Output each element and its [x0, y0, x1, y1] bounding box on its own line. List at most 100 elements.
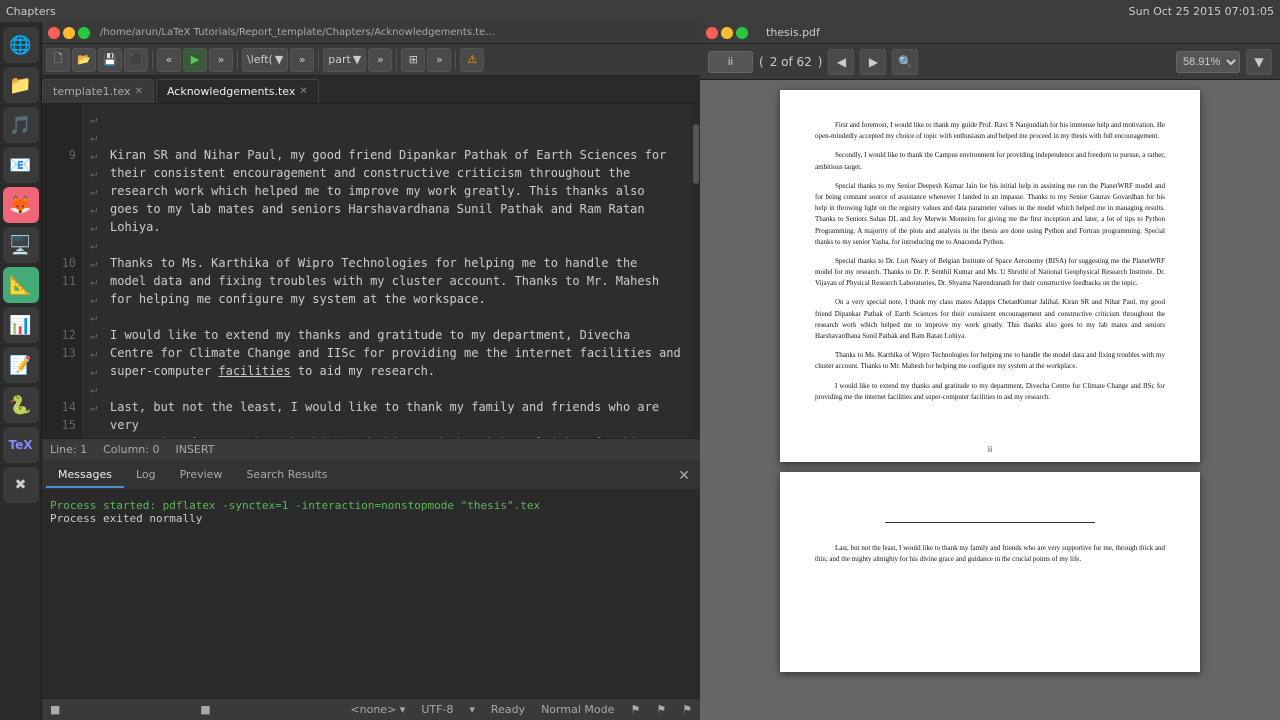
pdf-toolbar: ( 2 of 62 ) ◀ ▶ 🔍 58.91% 100% 75% 50% ▼	[700, 44, 1280, 80]
dock-icon-writer[interactable]: 📝	[3, 347, 39, 383]
dock-icon-python[interactable]: 🐍	[3, 387, 39, 423]
dock-icon-browser[interactable]: 🌐	[3, 27, 39, 63]
app-name: Chapters	[6, 5, 56, 18]
code-line: ↵Last, but not the least, I would like t…	[90, 398, 684, 434]
pdf-para-4: Special thanks to Dr. Lori Neary of Belg…	[815, 256, 1165, 290]
tab-acknowledgements[interactable]: Acknowledgements.tex ✕	[156, 79, 319, 103]
pdf-title: thesis.pdf	[766, 26, 820, 39]
pdf-window-buttons	[706, 27, 748, 39]
dock-icon-calc[interactable]: 📊	[3, 307, 39, 343]
icon-3: ⚑	[682, 703, 692, 716]
tab-messages[interactable]: Messages	[46, 464, 124, 488]
normal-mode: Normal Mode	[541, 703, 614, 716]
code-line: ↵their consistent encouragement and cons…	[90, 164, 684, 182]
minimize-window-button[interactable]	[63, 27, 75, 39]
table-button[interactable]: ⊞	[401, 48, 425, 72]
dock-icon-latex[interactable]: TeX	[3, 427, 39, 463]
tab-acknowledgements-label: Acknowledgements.tex	[167, 85, 295, 98]
charset: UTF-8	[421, 703, 453, 716]
editor-toolbar: 🗋 📂 💾 ⬛ « ▶ » \left( ▼ » part ▼ » ⊞ »	[42, 44, 700, 76]
pdf-page-total: (	[759, 55, 764, 69]
part-button[interactable]: part ▼	[323, 48, 366, 72]
tab-acknowledgements-close[interactable]: ✕	[299, 86, 307, 97]
pdf-para-2: Secondly, I would like to thank the Camp…	[815, 150, 1165, 172]
toolbar-separator-3	[318, 50, 319, 70]
pdf-page-close: )	[818, 55, 823, 69]
system-bar-right: Sun Oct 25 2015 07:01:05	[1129, 5, 1274, 18]
pdf-zoom-select[interactable]: 58.91% 100% 75% 50%	[1176, 51, 1240, 73]
tab-preview[interactable]: Preview	[168, 464, 235, 488]
after-paren-button[interactable]: »	[290, 48, 314, 72]
process-exit-line: Process exited normally	[50, 512, 692, 525]
dock-icon-firefox[interactable]: 🦊	[3, 187, 39, 223]
process-start-line: Process started: pdflatex -synctex=1 -in…	[50, 499, 692, 512]
code-line: ↵research work which helped me to improv…	[90, 182, 684, 200]
stop-button[interactable]: ⬛	[124, 48, 148, 72]
code-line: ↵goes to my lab mates and seniors Harsha…	[90, 200, 684, 218]
tab-search-results[interactable]: Search Results	[234, 464, 339, 488]
edit-mode: INSERT	[175, 443, 214, 456]
pdf-max-button[interactable]	[736, 27, 748, 39]
pdf-page-ii: First and foremost, I would like to than…	[780, 90, 1200, 462]
editor-tabs: template1.tex ✕ Acknowledgements.tex ✕	[42, 76, 700, 104]
maximize-window-button[interactable]	[78, 27, 90, 39]
tab-log[interactable]: Log	[124, 464, 168, 488]
after-table-button[interactable]: »	[427, 48, 451, 72]
editor-scrollbar[interactable]	[692, 104, 700, 438]
after-part-button[interactable]: »	[368, 48, 392, 72]
code-line: ↵super-computer facilities to aid my res…	[90, 362, 684, 380]
pdf-search-button[interactable]: 🔍	[892, 49, 918, 75]
dock-icon-draw[interactable]: 📐	[3, 267, 39, 303]
system-bar: Chapters Sun Oct 25 2015 07:01:05	[0, 0, 1280, 22]
code-line: ↵Lohiya.	[90, 218, 684, 236]
compile-button[interactable]: ▶	[183, 48, 207, 72]
encoding-dropdown[interactable]: <none> ▾	[350, 703, 405, 716]
new-file-button[interactable]: 🗋	[46, 48, 70, 72]
toolbar-separator-5	[455, 50, 456, 70]
page-indicator-icon: ■	[50, 703, 60, 716]
tab-template1-close[interactable]: ✕	[135, 86, 143, 97]
code-line: ↵for helping me configure my system at t…	[90, 290, 684, 308]
dock-icon-terminal[interactable]: 🖥️	[3, 227, 39, 263]
close-window-button[interactable]	[48, 27, 60, 39]
save-button[interactable]: 💾	[98, 48, 122, 72]
pdf-zoom-dropdown[interactable]: ▼	[1246, 49, 1272, 75]
window-buttons	[48, 27, 90, 39]
bottom-statusbar: ■ ■ <none> ▾ UTF-8 ▾ Ready Normal Mode ⚑…	[42, 698, 700, 720]
messages-close-button[interactable]: ✕	[672, 468, 696, 484]
pdf-close-button[interactable]	[706, 27, 718, 39]
editor-scroll-area: 9 10 11 12 13 14 15 16	[42, 104, 700, 438]
warning-button[interactable]: ⚠	[460, 48, 484, 72]
filepath: /home/arun/LaTeX Tutorials/Report_templa…	[100, 27, 495, 38]
dock-icon-music[interactable]: 🎵	[3, 107, 39, 143]
scroll-thumb[interactable]	[693, 124, 699, 184]
code-line: ↵	[90, 308, 684, 326]
prev-button[interactable]: «	[157, 48, 181, 72]
left-paren-button[interactable]: \left( ▼	[242, 48, 288, 72]
pdf-topbar: thesis.pdf	[700, 22, 1280, 44]
tab-template1-label: template1.tex	[53, 85, 131, 98]
pdf-min-button[interactable]	[721, 27, 733, 39]
code-line: ↵Kiran SR and Nihar Paul, my good friend…	[90, 146, 684, 164]
pdf-page-3: Last, but not the least, I would like to…	[780, 472, 1200, 672]
page-indicator-icon2: ■	[200, 703, 210, 716]
code-line: ↵Centre for Climate Change and IISc for …	[90, 344, 684, 362]
tab-template1[interactable]: template1.tex ✕	[42, 79, 154, 103]
next-button[interactable]: »	[209, 48, 233, 72]
main-layout: 🌐 📁 🎵 📧 🦊 🖥️ 📐 📊 📝 🐍 TeX ✖ /home/arun/La…	[0, 22, 1280, 720]
messages-content: Process started: pdflatex -synctex=1 -in…	[42, 491, 700, 698]
status: Ready	[491, 703, 525, 716]
left-paren-arrow: ▼	[275, 53, 283, 66]
pdf-next-button[interactable]: ▶	[860, 49, 886, 75]
pdf-page-of: 2 of 62	[770, 55, 812, 69]
dock-icon-files[interactable]: 📁	[3, 67, 39, 103]
pdf-page-input[interactable]	[708, 51, 753, 73]
pdf-scroll[interactable]: First and foremost, I would like to than…	[700, 80, 1280, 720]
pdf-prev-button[interactable]: ◀	[828, 49, 854, 75]
dock-icon-email[interactable]: 📧	[3, 147, 39, 183]
code-area[interactable]: ↵ ↵ ↵Kiran SR and Nihar Paul, my good fr…	[82, 104, 692, 438]
system-bar-left: Chapters	[6, 5, 56, 18]
pdf-para-5: On a very special note, I thank my class…	[815, 297, 1165, 342]
dock-icon-x[interactable]: ✖	[3, 467, 39, 503]
open-file-button[interactable]: 📂	[72, 48, 96, 72]
